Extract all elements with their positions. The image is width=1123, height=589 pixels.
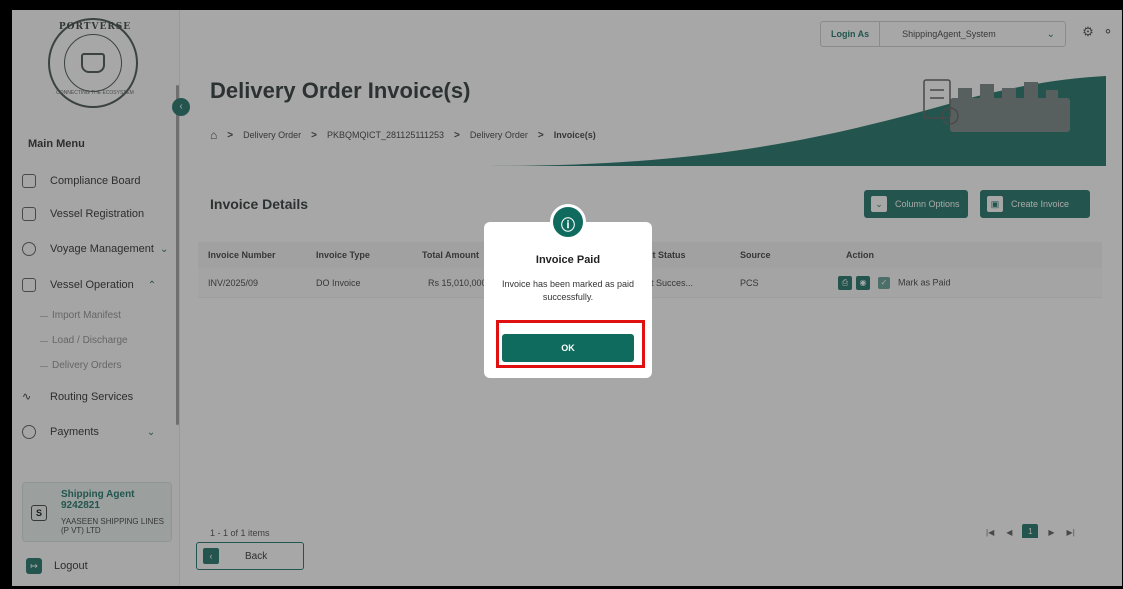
- app-window: PORTVERSE CONNECTING THE ECOSYSTEM Main …: [12, 10, 1122, 586]
- dialog-message: Invoice has been marked as paid successf…: [501, 279, 635, 302]
- dialog-title: Invoice Paid: [535, 254, 601, 266]
- ok-button-highlight: [496, 320, 645, 368]
- info-icon: ⓘ: [550, 204, 586, 240]
